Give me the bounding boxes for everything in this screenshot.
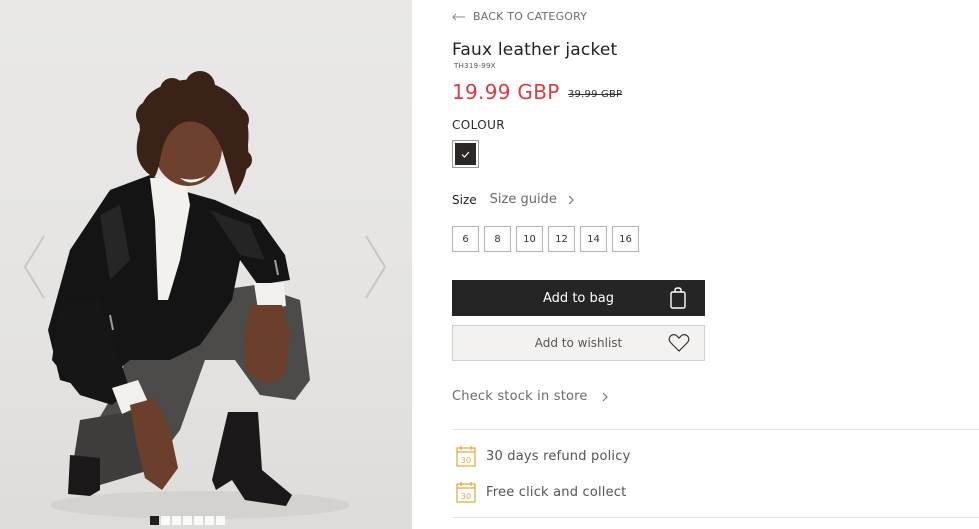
add-to-wishlist-button[interactable]: Add to wishlist <box>452 325 705 361</box>
add-to-bag-button[interactable]: Add to bag <box>452 280 705 316</box>
size-row: Size Size guide <box>452 192 574 207</box>
colour-swatch-black[interactable] <box>452 140 479 168</box>
svg-text:30: 30 <box>461 492 472 501</box>
add-to-bag-label: Add to bag <box>543 290 614 306</box>
gallery-dot[interactable] <box>183 516 192 525</box>
chevron-right-icon <box>602 392 608 401</box>
svg-text:30: 30 <box>461 456 472 465</box>
perk-refund-policy: 30 30 days refund policy <box>456 445 630 467</box>
gallery-dot[interactable] <box>205 516 214 525</box>
chevron-right-icon <box>568 195 574 204</box>
current-price: 19.99 GBP <box>452 80 560 104</box>
gallery-dot[interactable] <box>172 516 181 525</box>
divider <box>452 429 979 430</box>
check-stock-link[interactable]: Check stock in store <box>452 389 608 404</box>
heart-icon <box>668 333 690 352</box>
size-label: Size <box>452 192 477 207</box>
size-guide-link[interactable]: Size guide <box>490 192 574 207</box>
gallery-dot[interactable] <box>194 516 203 525</box>
product-sku: TH319-99X <box>454 62 496 70</box>
back-to-category-link[interactable]: BACK TO CATEGORY <box>452 10 587 23</box>
next-image-button[interactable] <box>364 234 388 300</box>
back-to-category-label: BACK TO CATEGORY <box>473 10 588 23</box>
product-details: BACK TO CATEGORY Faux leather jacket TH3… <box>452 0 979 529</box>
product-image-gallery <box>0 0 412 529</box>
check-stock-label: Check stock in store <box>452 389 588 404</box>
size-option-8[interactable]: 8 <box>484 226 511 252</box>
size-option-10[interactable]: 10 <box>516 226 543 252</box>
calendar-30-icon: 30 <box>456 446 476 467</box>
size-option-12[interactable]: 12 <box>548 226 575 252</box>
calendar-30-icon: 30 <box>456 482 476 503</box>
colour-label: COLOUR <box>452 118 506 132</box>
previous-image-button[interactable] <box>22 234 46 300</box>
perk-click-collect: 30 Free click and collect <box>456 481 626 503</box>
size-option-6[interactable]: 6 <box>452 226 479 252</box>
size-option-16[interactable]: 16 <box>612 226 639 252</box>
checkmark-icon <box>461 151 470 158</box>
divider <box>452 517 979 518</box>
gallery-dot[interactable] <box>216 516 225 525</box>
perk-label: Free click and collect <box>486 484 627 500</box>
product-title: Faux leather jacket <box>452 40 618 60</box>
gallery-pagination <box>150 516 225 525</box>
size-options: 6 8 10 12 14 16 <box>452 226 639 252</box>
old-price: 39.99 GBP <box>568 89 623 100</box>
gallery-dot[interactable] <box>150 516 159 525</box>
size-guide-label: Size guide <box>489 192 557 207</box>
shopping-bag-icon <box>670 287 686 309</box>
perk-label: 30 days refund policy <box>486 448 631 464</box>
product-photo <box>48 71 350 519</box>
size-option-14[interactable]: 14 <box>580 226 607 252</box>
add-to-wishlist-label: Add to wishlist <box>534 336 623 350</box>
gallery-dot[interactable] <box>161 516 170 525</box>
arrow-left-icon <box>452 13 465 20</box>
